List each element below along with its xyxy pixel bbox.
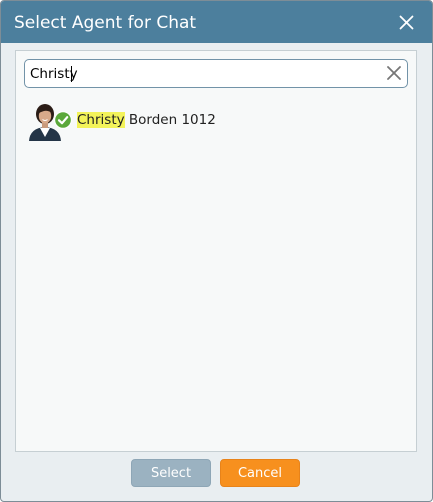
agent-list-panel: Christy Borden 1012 (15, 50, 417, 452)
clear-x-icon[interactable] (387, 66, 401, 80)
check-circle-icon (54, 111, 72, 129)
select-agent-dialog: Select Agent for Chat Christy Christy Bo… (0, 0, 433, 502)
dialog-title: Select Agent for Chat (14, 13, 197, 33)
search-input[interactable] (30, 64, 375, 83)
close-icon[interactable] (399, 15, 414, 30)
cancel-button[interactable]: Cancel (220, 459, 300, 487)
agent-name-rest: Borden 1012 (128, 112, 216, 128)
dialog-titlebar: Select Agent for Chat (1, 1, 432, 43)
search-match-highlight: Christy (77, 112, 125, 128)
agent-name: Christy Borden 1012 (77, 112, 216, 129)
select-button[interactable]: Select (131, 459, 211, 487)
search-box[interactable] (24, 59, 408, 88)
text-caret (71, 66, 72, 82)
agent-list-item[interactable]: Christy Borden 1012 (25, 101, 405, 141)
